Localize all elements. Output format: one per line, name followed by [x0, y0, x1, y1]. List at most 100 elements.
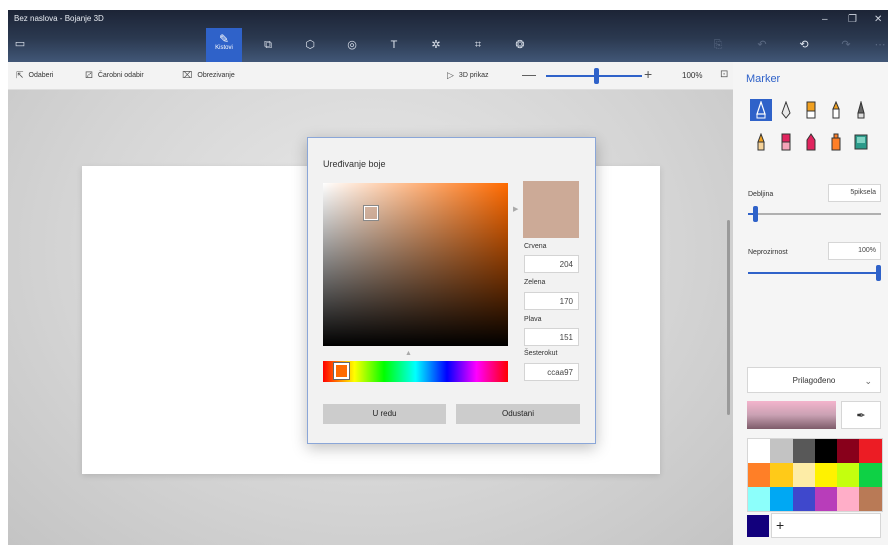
spray-can-button[interactable]: [825, 131, 847, 153]
palette-swatch[interactable]: [859, 487, 882, 511]
canvas-icon[interactable]: ⌗: [470, 38, 486, 52]
tab-brushes-label: Kistovi: [215, 45, 233, 51]
watercolor-button[interactable]: [825, 99, 847, 121]
close-icon[interactable]: ✕: [874, 14, 882, 25]
opacity-slider-thumb[interactable]: [876, 265, 881, 281]
brushes-icon: ✎: [218, 32, 230, 46]
hue-slider-handle[interactable]: [333, 362, 350, 380]
stickers-icon[interactable]: ◎: [344, 38, 360, 52]
thickness-label: Debljina: [748, 191, 774, 198]
pencil-button[interactable]: [750, 131, 772, 153]
cancel-button[interactable]: Odustani: [456, 404, 580, 424]
green-input[interactable]: 170: [524, 292, 579, 310]
3d-view-icon: ▷: [447, 70, 454, 80]
palette-swatch[interactable]: [748, 463, 771, 487]
title-bar: Bez naslova - Bojanje 3D ▭ ✎ Kistovi ⧉ ⬡…: [8, 10, 888, 62]
custom-color-swatch[interactable]: [747, 515, 769, 537]
spray-can-icon: [831, 133, 841, 151]
add-color-button[interactable]: +: [771, 513, 881, 538]
redo-icon[interactable]: ↷: [838, 38, 854, 52]
palette-swatch[interactable]: [770, 439, 793, 463]
palette-swatch[interactable]: [792, 463, 815, 487]
opacity-slider-track[interactable]: [748, 272, 881, 274]
crayon-icon: [806, 133, 816, 151]
palette-swatch[interactable]: [748, 439, 771, 463]
fit-to-screen-icon[interactable]: ⊡: [720, 69, 728, 80]
thickness-input[interactable]: 5piksela: [828, 184, 881, 202]
fill-icon: [854, 134, 868, 150]
palette-swatch[interactable]: [837, 463, 860, 487]
brush-panel: Marker Debljina 5piksela Neprozirnost 10…: [733, 62, 888, 545]
saturation-value-picker[interactable]: [323, 183, 508, 346]
panel-title: Marker: [746, 73, 781, 85]
palette-swatch[interactable]: [859, 439, 882, 463]
opacity-input[interactable]: 100%: [828, 242, 881, 260]
palette-swatch[interactable]: [748, 487, 771, 511]
effects-icon[interactable]: ✲: [428, 38, 444, 52]
hex-label: Šesterokut: [524, 350, 558, 357]
3d-view-toggle[interactable]: ▷ 3D prikaz: [447, 70, 489, 81]
eraser-icon: [781, 133, 791, 151]
crop-label: Obrezivanje: [197, 72, 235, 79]
zoom-in-button[interactable]: +: [644, 66, 652, 82]
calligraphy-pen-icon: [781, 101, 791, 119]
undo-icon[interactable]: ↶: [754, 38, 770, 52]
more-icon[interactable]: ⋯: [872, 38, 888, 52]
eyedropper-button[interactable]: ✒: [841, 401, 881, 429]
color-picker-handle[interactable]: [363, 205, 379, 221]
marker-brush-button[interactable]: [750, 99, 772, 121]
toolbar: ⇱ Odaberi ⚂ Čarobni odabir ⌧ Obrezivanje…: [8, 62, 733, 90]
select-tool[interactable]: ⇱ Odaberi: [16, 70, 53, 81]
2d-shapes-icon[interactable]: ⧉: [260, 38, 276, 52]
minimize-icon[interactable]: –: [822, 14, 828, 25]
hue-slider[interactable]: [323, 361, 508, 382]
calligraphy-pen-button[interactable]: [775, 99, 797, 121]
text-icon[interactable]: T: [386, 38, 402, 52]
tab-brushes[interactable]: ✎ Kistovi: [206, 28, 242, 62]
palette-swatch[interactable]: [814, 487, 838, 511]
zoom-out-button[interactable]: —: [522, 66, 536, 82]
palette-swatch[interactable]: [792, 487, 815, 511]
fill-button[interactable]: [850, 131, 872, 153]
eyedropper-icon: ✒: [856, 409, 866, 422]
red-input[interactable]: 204: [524, 255, 579, 273]
palette-swatch[interactable]: [837, 487, 860, 511]
crayon-button[interactable]: [800, 131, 822, 153]
color-palette: [747, 438, 883, 512]
3d-library-icon[interactable]: ❂: [512, 38, 528, 52]
palette-swatch[interactable]: [792, 439, 815, 463]
crop-icon: ⌧: [182, 70, 193, 80]
oil-brush-button[interactable]: [800, 99, 822, 121]
palette-swatch[interactable]: [770, 463, 793, 487]
palette-swatch[interactable]: [859, 463, 882, 487]
vertical-scrollbar[interactable]: [727, 220, 730, 415]
palette-swatch[interactable]: [814, 439, 838, 463]
history-icon[interactable]: ⟲: [796, 38, 812, 52]
select-label: Odaberi: [28, 72, 54, 79]
thickness-slider-track[interactable]: [748, 213, 881, 215]
window-title: Bez naslova - Bojanje 3D: [14, 14, 104, 23]
chevron-down-icon: ⌄: [864, 376, 872, 386]
palette-swatch[interactable]: [770, 487, 793, 511]
3d-shapes-icon[interactable]: ⬡: [302, 38, 318, 52]
blue-label: Plava: [524, 316, 542, 323]
pixel-pen-button[interactable]: [850, 99, 872, 121]
pencil-icon: [757, 133, 765, 151]
magic-select-label: Čarobni odabir: [97, 72, 144, 79]
ok-button[interactable]: U redu: [323, 404, 446, 424]
blue-input[interactable]: 151: [524, 328, 579, 346]
thickness-slider-thumb[interactable]: [753, 206, 758, 222]
magic-select-tool[interactable]: ⚂ Čarobni odabir: [85, 70, 144, 81]
zoom-slider-thumb[interactable]: [594, 68, 599, 84]
crop-tool[interactable]: ⌧ Obrezivanje: [182, 70, 235, 81]
restore-icon[interactable]: ❐: [848, 14, 857, 25]
3d-view-label: 3D prikaz: [458, 72, 489, 79]
watercolor-icon: [832, 101, 840, 119]
eraser-button[interactable]: [775, 131, 797, 153]
hex-input[interactable]: ccaa97: [524, 363, 579, 381]
palette-swatch[interactable]: [837, 439, 860, 463]
color-mode-dropdown[interactable]: Prilagođeno ⌄: [747, 367, 881, 393]
paste-icon[interactable]: ⎘: [710, 38, 726, 52]
palette-swatch[interactable]: [814, 463, 838, 487]
menu-icon[interactable]: ▭: [12, 37, 28, 51]
